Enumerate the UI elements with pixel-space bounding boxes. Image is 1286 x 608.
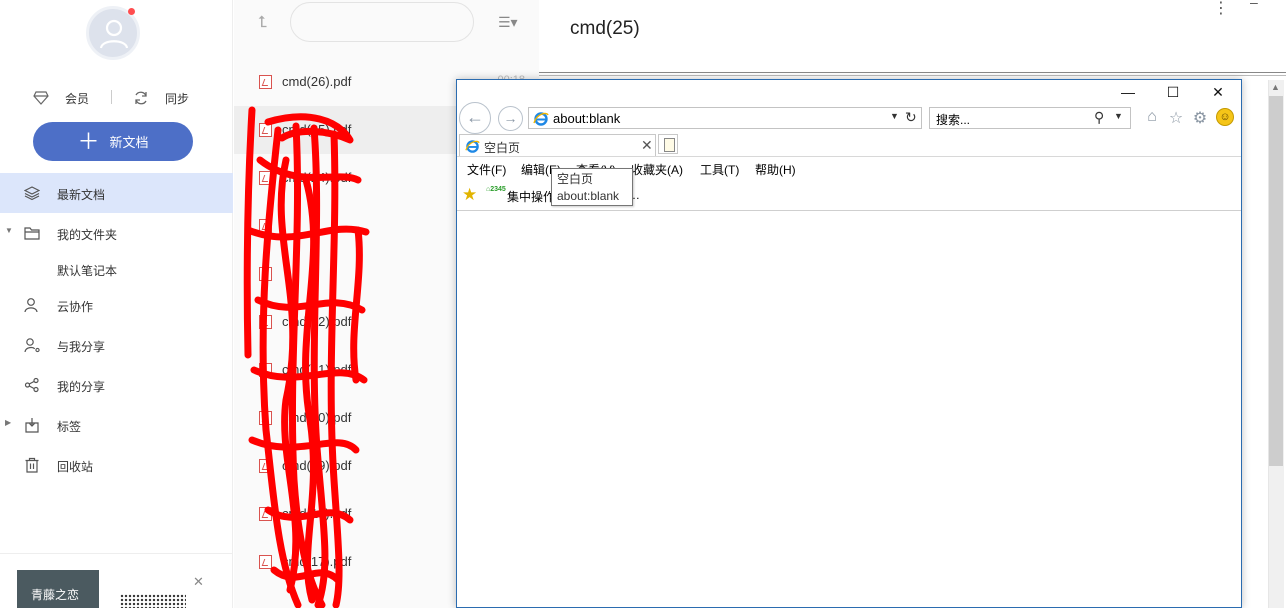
sync-icon	[135, 91, 147, 105]
sidebar-item-label: 最新文档	[57, 188, 106, 202]
sort-menu-icon[interactable]: ☰▾	[498, 14, 518, 31]
menu-favorites[interactable]: 收藏夹(A)	[631, 161, 683, 178]
sidebar-item-label: 我的文件夹	[57, 228, 118, 242]
menu-tools[interactable]: 工具(T)	[700, 161, 739, 178]
sidebar-item-tags[interactable]: ▶ 标签	[0, 405, 233, 445]
ie-close-button[interactable]: ✕	[1203, 84, 1233, 104]
ie-minimize-button[interactable]: —	[1113, 84, 1143, 104]
layers-icon	[24, 186, 40, 201]
smiley-icon[interactable]: ☺	[1216, 108, 1234, 126]
home-icon[interactable]: ⌂	[1142, 108, 1162, 128]
back-arrow-icon[interactable]: ←	[459, 102, 491, 134]
menu-file[interactable]: 文件(F)	[467, 161, 506, 178]
star-icon[interactable]: ☆	[1166, 108, 1186, 128]
up-level-icon[interactable]: ⮤	[258, 14, 267, 32]
expand-caret-icon[interactable]: ▼	[5, 226, 13, 235]
tab-close-icon[interactable]: ✕	[641, 137, 653, 154]
tab-strip-line	[457, 156, 1241, 157]
sidebar-item-my-folders[interactable]: ▼ 我的文件夹	[0, 213, 233, 253]
notification-dot	[128, 8, 135, 15]
ie-icon	[465, 140, 480, 153]
folder-icon	[24, 227, 40, 240]
sidebar-item-label: 标签	[57, 420, 82, 434]
ie-address-bar[interactable]: about:blank ▼ ↻	[528, 107, 922, 129]
sidebar-item-shared-with-me[interactable]: 与我分享	[0, 325, 233, 365]
sidebar-item-label: 回收站	[57, 460, 94, 474]
vip-label: 会员	[65, 91, 90, 106]
share-icon	[24, 377, 39, 393]
document-scrollbar-thumb[interactable]	[1269, 96, 1283, 466]
ie-icon	[533, 112, 549, 126]
ie-search-box[interactable]: 搜索... ⚲ ▼	[929, 107, 1131, 129]
sidebar-item-default-notebook[interactable]: 默认笔记本	[0, 249, 233, 289]
favorites-star-icon[interactable]: ★	[462, 185, 477, 205]
more-options-icon[interactable]: ⋮	[1213, 0, 1229, 18]
diamond-icon	[33, 91, 49, 105]
ad-title: 青藤之恋	[31, 588, 80, 602]
sidebar-item-label: 云协作	[57, 300, 94, 314]
tooltip-url: about:blank	[557, 189, 620, 203]
tab-title: 空白页	[484, 141, 521, 155]
sidebar-item-label: 我的分享	[57, 380, 106, 394]
new-document-button[interactable]: ＋ 新文档	[33, 122, 193, 161]
search-dropdown-icon[interactable]: ▼	[1114, 111, 1123, 121]
ad-thumbnail[interactable]: 青藤之恋	[17, 570, 99, 608]
document-divider	[539, 72, 1286, 76]
gear-icon[interactable]: ⚙	[1190, 108, 1210, 128]
share-with-me-icon	[24, 338, 40, 353]
menu-help[interactable]: 帮助(H)	[755, 161, 796, 178]
search-placeholder: 搜索...	[936, 113, 971, 127]
sidebar-item-collaboration[interactable]: 云协作	[0, 285, 233, 325]
scroll-up-arrow-icon[interactable]: ▲	[1271, 82, 1280, 92]
person-icon	[24, 298, 38, 313]
address-text: about:blank	[553, 111, 621, 126]
sidebar-item-trash[interactable]: 回收站	[0, 445, 233, 485]
quick-divider	[111, 90, 112, 104]
document-title: cmd(25)	[570, 18, 640, 39]
pdf-icon	[259, 75, 272, 89]
content-top-border	[457, 210, 1241, 211]
tab-tooltip: 空白页 about:blank	[551, 168, 633, 206]
file-name: cmd(26).pdf	[282, 74, 352, 89]
redaction-scribble	[243, 106, 370, 608]
ie-browser-window	[456, 79, 1242, 608]
ie-tab[interactable]: 空白页 ✕	[459, 134, 656, 157]
sidebar-item-label: 与我分享	[57, 340, 106, 354]
plus-icon: ＋	[77, 128, 100, 154]
forward-arrow-icon[interactable]: →	[498, 106, 523, 131]
favorite-2345-icon[interactable]: ⌂2345	[486, 186, 506, 202]
tag-icon	[25, 418, 39, 433]
ie-maximize-button[interactable]: ☐	[1158, 84, 1188, 104]
sidebar-item-label: 默认笔记本	[57, 264, 118, 278]
refresh-icon[interactable]: ↻	[905, 109, 917, 126]
sidebar-item-my-shares[interactable]: 我的分享	[0, 365, 233, 405]
trash-icon	[25, 457, 39, 473]
search-icon[interactable]: ⚲	[1094, 109, 1104, 126]
expand-caret-icon[interactable]: ▶	[5, 418, 11, 427]
vip-button[interactable]: 会员	[33, 88, 89, 108]
ad-qr-code	[120, 594, 186, 608]
tooltip-title: 空白页	[557, 172, 594, 186]
favorite-item-label[interactable]: 集中操作	[507, 188, 555, 205]
sidebar-item-recent[interactable]: 最新文档	[0, 173, 233, 213]
file-search-input[interactable]	[290, 2, 474, 42]
new-document-label: 新文档	[109, 135, 149, 150]
sync-button[interactable]: 同步	[133, 88, 189, 108]
new-tab-button[interactable]	[658, 134, 678, 154]
window-minimize-icon[interactable]: –	[1250, 0, 1258, 10]
user-avatar-icon	[99, 19, 129, 49]
ad-close-icon[interactable]: ✕	[193, 574, 204, 590]
sync-label: 同步	[165, 91, 190, 106]
address-dropdown-icon[interactable]: ▼	[890, 111, 899, 121]
